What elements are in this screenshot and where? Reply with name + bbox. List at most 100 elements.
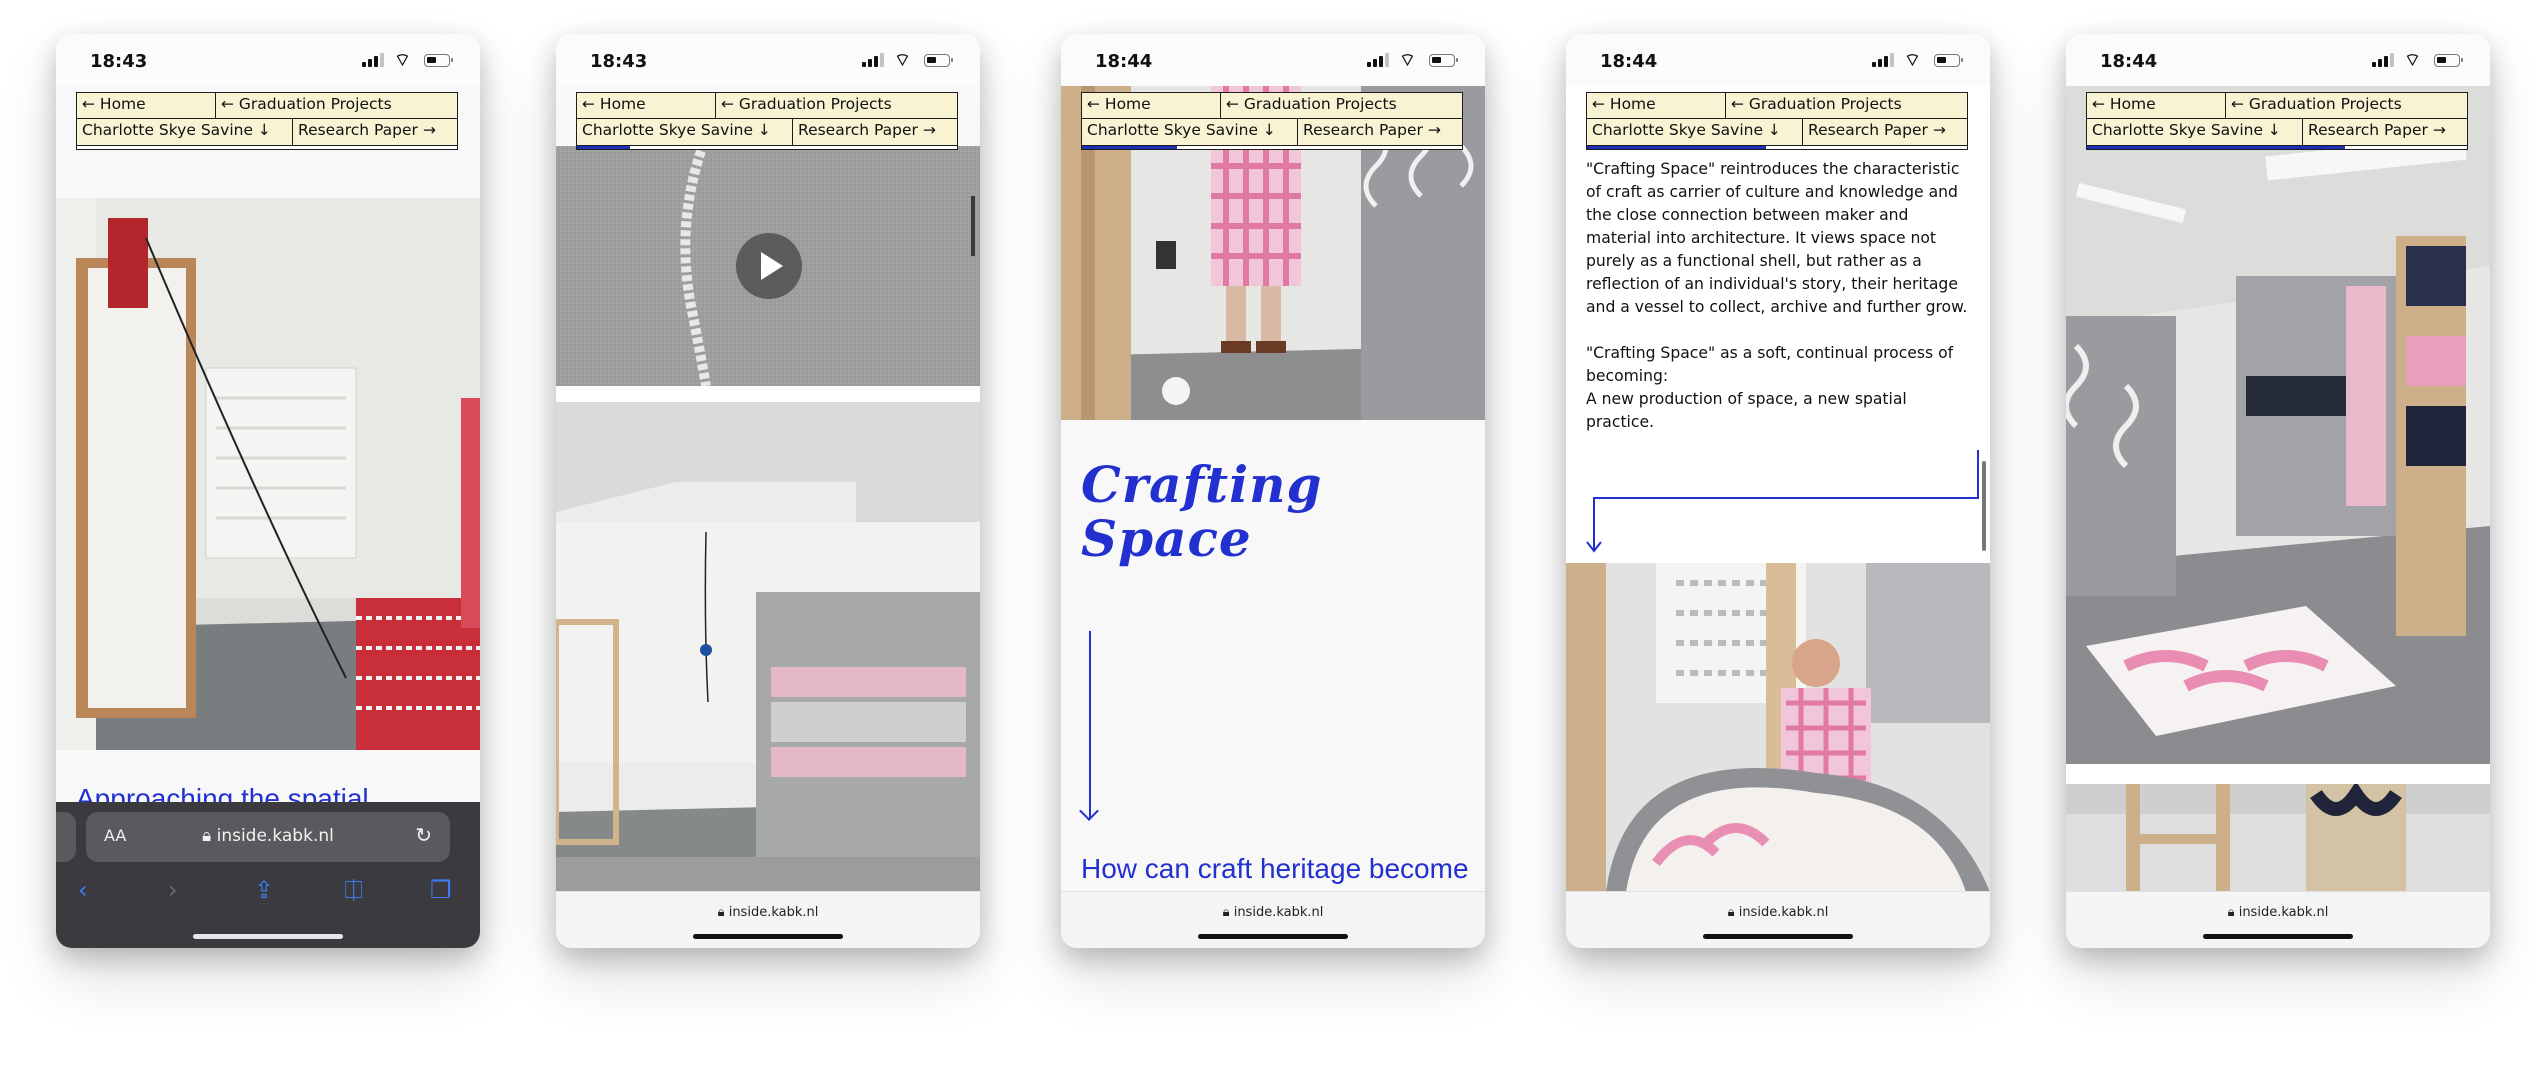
signal-icon bbox=[862, 53, 884, 69]
url-text: inside.kabk.nl bbox=[728, 905, 819, 920]
wifi-icon: ⌔ bbox=[394, 50, 411, 71]
breadcrumb-nav: ← Home ← Graduation Projects Charlotte S… bbox=[76, 92, 458, 152]
url-text: inside.kabk.nl bbox=[2238, 905, 2329, 920]
nav-author-link[interactable]: Charlotte Skye Savine ↓ bbox=[1081, 118, 1298, 146]
battery-icon bbox=[1934, 54, 1963, 67]
safari-address-bar[interactable]: 🔒︎ inside.kabk.nl bbox=[1061, 891, 1485, 948]
nav-research-paper-link[interactable]: Research Paper → bbox=[1297, 118, 1463, 146]
home-indicator bbox=[193, 934, 343, 939]
previous-tab[interactable] bbox=[56, 812, 76, 862]
nav-graduation-projects-link[interactable]: ← Graduation Projects bbox=[1220, 92, 1463, 119]
home-indicator bbox=[693, 934, 843, 939]
research-question: How can craft heritage become space? How… bbox=[1081, 853, 1469, 892]
status-bar: 18:43 ⌔ bbox=[556, 34, 980, 86]
reading-progress-bar bbox=[2086, 146, 2468, 150]
home-indicator bbox=[2203, 934, 2353, 939]
battery-icon bbox=[424, 54, 453, 67]
wifi-icon: ⌔ bbox=[894, 50, 911, 71]
nav-author-link[interactable]: Charlotte Skye Savine ↓ bbox=[576, 118, 793, 146]
safari-address-bar[interactable]: 🔒︎ inside.kabk.nl bbox=[1566, 891, 1990, 948]
wifi-icon: ⌔ bbox=[2404, 50, 2421, 71]
exhibition-photo bbox=[2066, 86, 2490, 764]
signal-icon bbox=[362, 53, 384, 69]
phone-screen-4: 18:44 ⌔ "Crafting Space" reintroduces th… bbox=[1566, 34, 1990, 948]
nav-graduation-projects-link[interactable]: ← Graduation Projects bbox=[215, 92, 458, 119]
play-icon[interactable] bbox=[736, 233, 802, 299]
page-content: Crafting Space How can craft heritage be… bbox=[1061, 86, 1485, 892]
arrow-head bbox=[1079, 801, 1099, 821]
reading-progress-bar bbox=[1586, 146, 1968, 150]
page-content: Approaching the spatial practice as a cr… bbox=[56, 86, 480, 892]
page-content bbox=[556, 86, 980, 892]
lock-icon: 🔒︎ bbox=[2227, 905, 2235, 920]
nav-home-link[interactable]: ← Home bbox=[1081, 92, 1221, 119]
lock-icon: 🔒︎ bbox=[1727, 905, 1735, 920]
nav-research-paper-link[interactable]: Research Paper → bbox=[292, 118, 458, 146]
scrollbar[interactable] bbox=[1982, 461, 1986, 551]
nav-home-link[interactable]: ← Home bbox=[576, 92, 716, 119]
nav-author-link[interactable]: Charlotte Skye Savine ↓ bbox=[76, 118, 293, 146]
nav-graduation-projects-link[interactable]: ← Graduation Projects bbox=[715, 92, 958, 119]
url-text: inside.kabk.nl bbox=[216, 826, 334, 846]
address-bar[interactable]: AA 🔒︎ inside.kabk.nl ↻ bbox=[86, 812, 450, 862]
status-bar: 18:44 ⌔ bbox=[1061, 34, 1485, 86]
signal-icon bbox=[1872, 53, 1894, 69]
nav-graduation-projects-link[interactable]: ← Graduation Projects bbox=[1725, 92, 1968, 119]
nav-graduation-projects-link[interactable]: ← Graduation Projects bbox=[2225, 92, 2468, 119]
lock-icon: 🔒︎ bbox=[1222, 905, 1230, 920]
share-icon[interactable]: ⇪ bbox=[254, 876, 274, 904]
lock-icon: 🔒︎ bbox=[717, 905, 725, 920]
wifi-icon: ⌔ bbox=[1399, 50, 1416, 71]
maker-working-photo bbox=[1566, 563, 1990, 892]
nav-home-link[interactable]: ← Home bbox=[1586, 92, 1726, 119]
reload-icon[interactable]: ↻ bbox=[415, 823, 432, 848]
clock: 18:43 bbox=[590, 51, 648, 72]
title-line-2: Space bbox=[1081, 509, 1252, 568]
home-indicator bbox=[1703, 934, 1853, 939]
nav-research-paper-link[interactable]: Research Paper → bbox=[792, 118, 958, 146]
battery-icon bbox=[1429, 54, 1458, 67]
bookmarks-icon[interactable]: ⎅ bbox=[344, 876, 363, 904]
signal-icon bbox=[1367, 53, 1389, 69]
phone-screen-5: 18:44 ⌔ ← Home ← Graduation Projects Cha… bbox=[2066, 34, 2490, 948]
installation-photo bbox=[556, 402, 980, 892]
clock: 18:44 bbox=[2100, 51, 2158, 72]
nav-research-paper-link[interactable]: Research Paper → bbox=[2302, 118, 2468, 146]
reading-progress-bar bbox=[76, 146, 458, 150]
safari-toolbar: AA 🔒︎ inside.kabk.nl ↻ ‹ › ⇪ ⎅ ❐ bbox=[56, 802, 480, 948]
reading-progress-bar bbox=[576, 146, 958, 150]
back-icon[interactable]: ‹ bbox=[78, 876, 88, 904]
wifi-icon: ⌔ bbox=[1904, 50, 1921, 71]
battery-icon bbox=[2434, 54, 2463, 67]
nav-home-link[interactable]: ← Home bbox=[2086, 92, 2226, 119]
reading-progress-bar bbox=[1081, 146, 1463, 150]
video-thumbnail[interactable] bbox=[556, 146, 980, 386]
clock: 18:44 bbox=[1095, 51, 1153, 72]
arrow-down-icon bbox=[1586, 450, 1979, 553]
safari-address-bar[interactable]: 🔒︎ inside.kabk.nl bbox=[2066, 891, 2490, 948]
url-text: inside.kabk.nl bbox=[1738, 905, 1829, 920]
clock: 18:43 bbox=[90, 51, 148, 72]
breadcrumb-nav: ← Home ← Graduation Projects Charlotte S… bbox=[2086, 92, 2468, 152]
status-bar: 18:43 ⌔ bbox=[56, 34, 480, 86]
installation-photo bbox=[56, 198, 480, 750]
paragraph-process: "Crafting Space" as a soft, continual pr… bbox=[1586, 344, 1954, 385]
nav-home-link[interactable]: ← Home bbox=[76, 92, 216, 119]
forward-icon[interactable]: › bbox=[168, 876, 178, 904]
title-line-1: Crafting bbox=[1081, 455, 1323, 514]
page-content bbox=[2066, 86, 2490, 892]
clock: 18:44 bbox=[1600, 51, 1658, 72]
nav-author-link[interactable]: Charlotte Skye Savine ↓ bbox=[2086, 118, 2303, 146]
signal-icon bbox=[2372, 53, 2394, 69]
paragraph: "Crafting Space" reintroduces the charac… bbox=[1586, 158, 1978, 434]
tabs-icon[interactable]: ❐ bbox=[430, 876, 452, 904]
battery-icon bbox=[924, 54, 953, 67]
breadcrumb-nav: ← Home ← Graduation Projects Charlotte S… bbox=[1081, 92, 1463, 152]
safari-address-bar[interactable]: 🔒︎ inside.kabk.nl bbox=[556, 891, 980, 948]
nav-author-link[interactable]: Charlotte Skye Savine ↓ bbox=[1586, 118, 1803, 146]
status-bar: 18:44 ⌔ bbox=[2066, 34, 2490, 86]
paragraph-intro: "Crafting Space" reintroduces the charac… bbox=[1586, 160, 1968, 316]
lock-icon: 🔒︎ bbox=[202, 826, 212, 846]
nav-research-paper-link[interactable]: Research Paper → bbox=[1802, 118, 1968, 146]
phone-screen-1: 18:43 ⌔ Approaching the spatial ← Home ←… bbox=[56, 34, 480, 948]
